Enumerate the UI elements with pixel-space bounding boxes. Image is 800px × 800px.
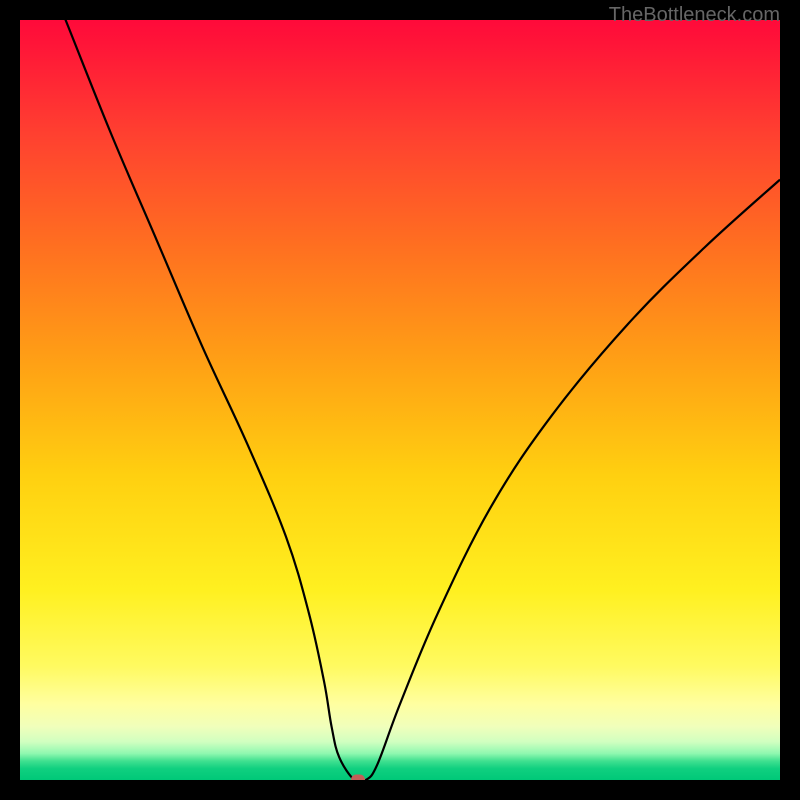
watermark: TheBottleneck.com [609,4,780,27]
curve-svg [20,20,780,780]
plot-area [20,20,780,780]
optimal-marker [351,775,365,781]
bottleneck-curve [20,20,780,780]
chart-container: TheBottleneck.com [0,0,800,800]
